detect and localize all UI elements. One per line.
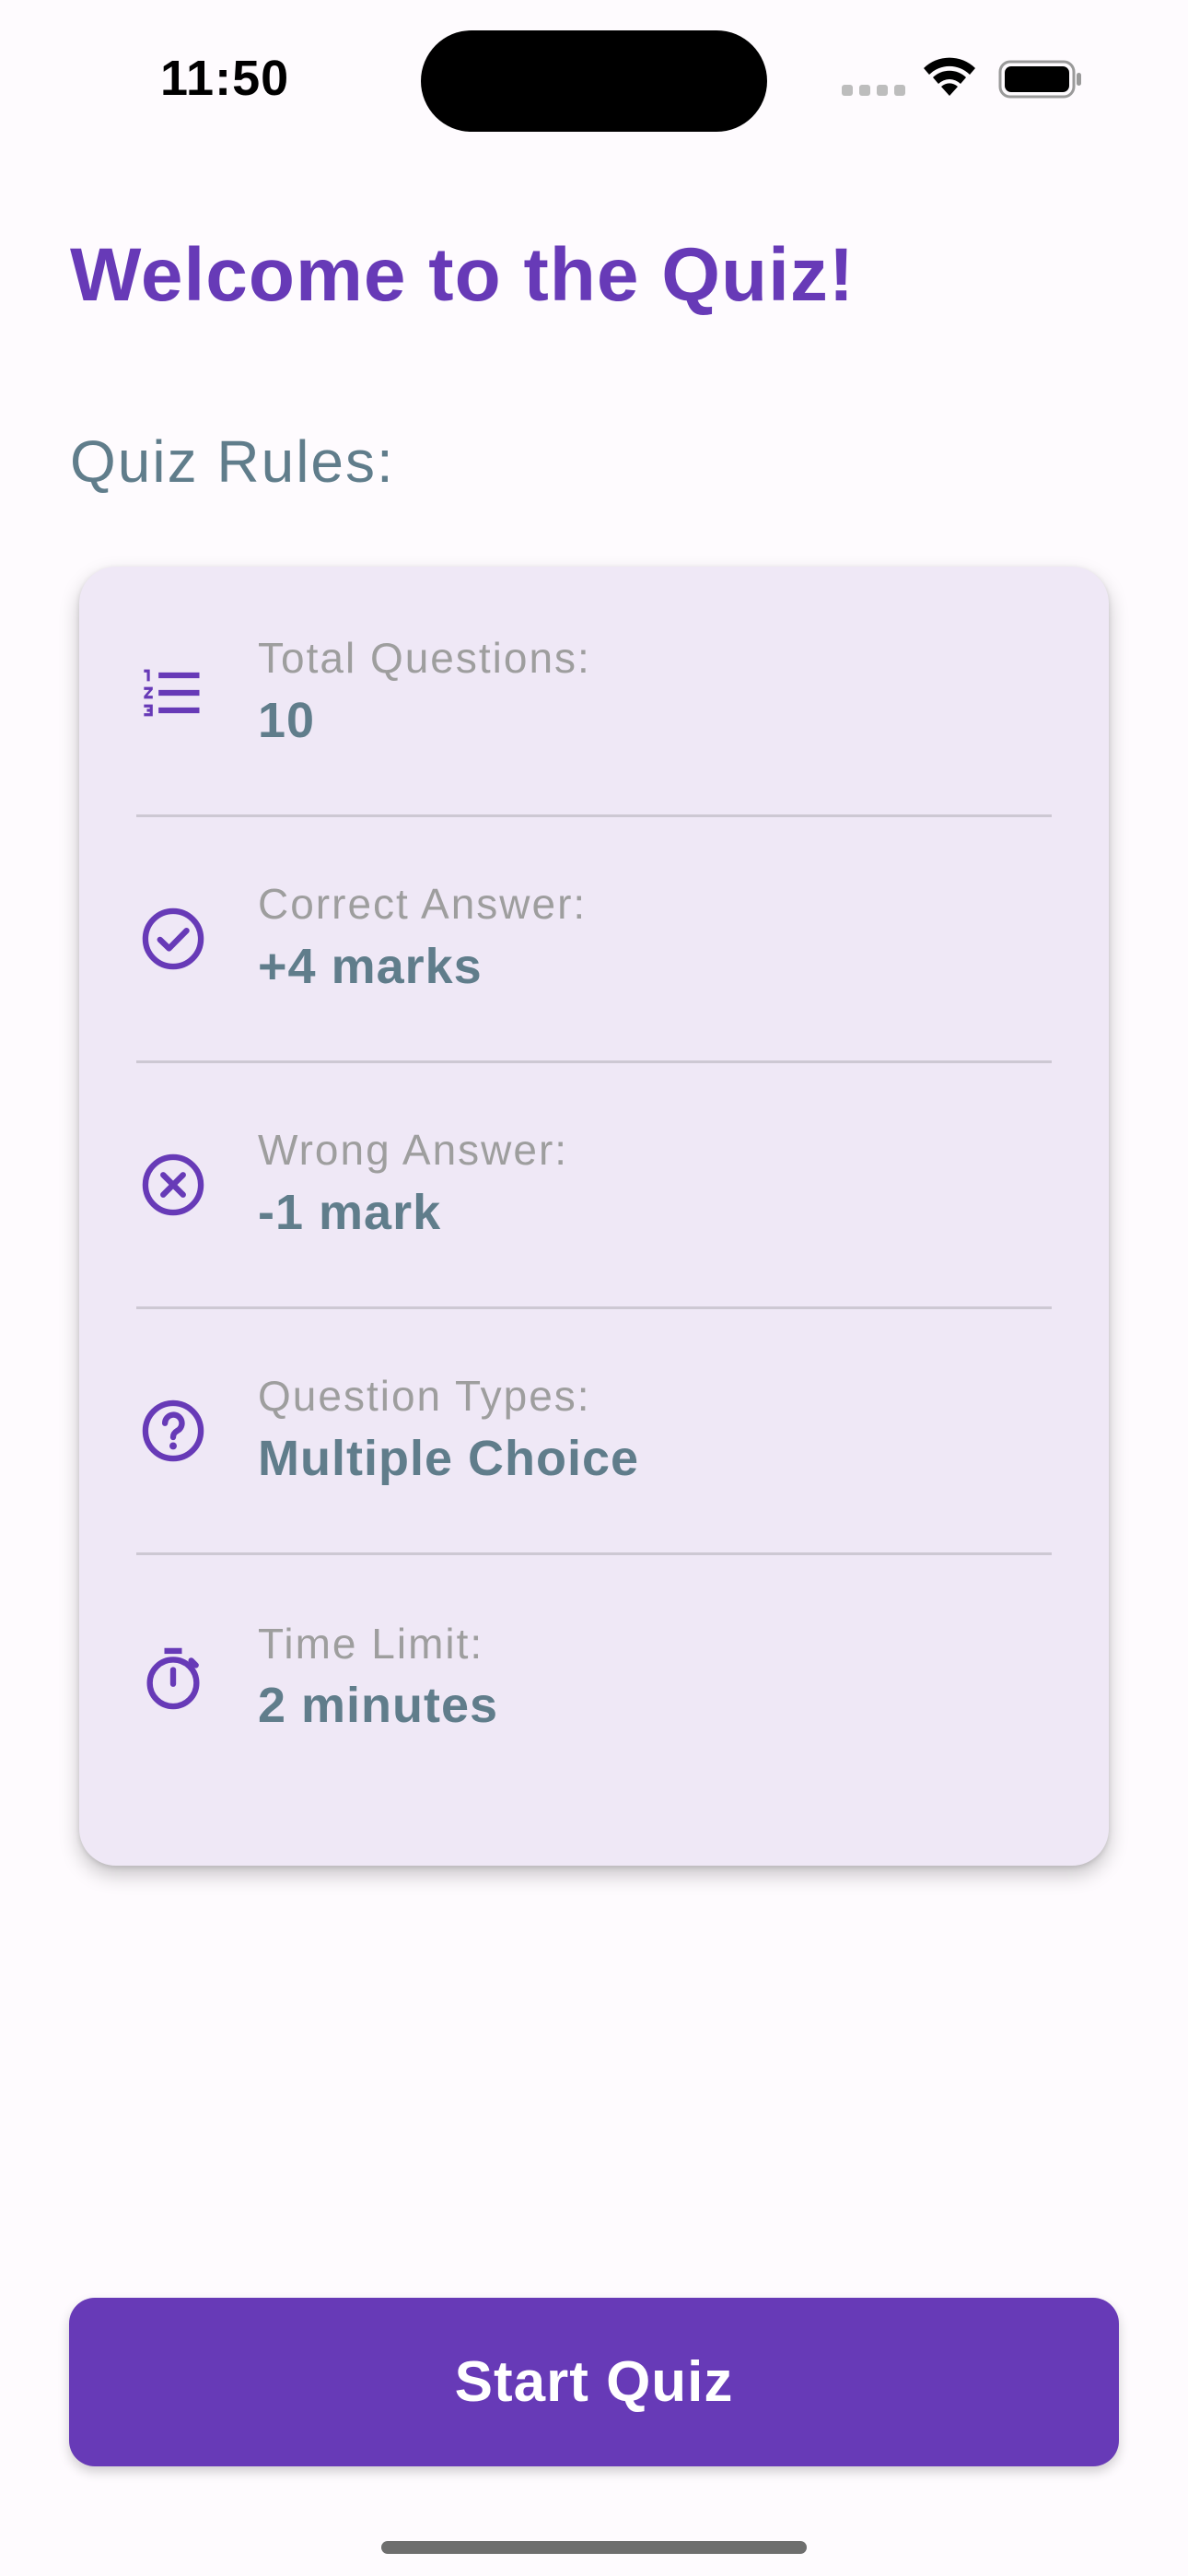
start-quiz-button[interactable]: Start Quiz [69, 2298, 1119, 2466]
status-bar: 11:50 [0, 0, 1188, 157]
status-time: 11:50 [160, 51, 290, 106]
dynamic-island [421, 30, 767, 132]
rule-label: Correct Answer: [258, 880, 588, 929]
wifi-icon [924, 57, 975, 96]
rule-correct-answer: Correct Answer: +4 marks [136, 817, 1052, 1063]
rule-wrong-answer: Wrong Answer: -1 mark [136, 1063, 1052, 1309]
help-circle-icon [136, 1394, 210, 1468]
cancel-circle-icon [136, 1148, 210, 1222]
rule-label: Total Questions: [258, 634, 591, 683]
rule-time-limit: Time Limit: 2 minutes [136, 1555, 1052, 1801]
signal-dots-icon [842, 85, 905, 96]
battery-full-icon [998, 60, 1081, 99]
timer-icon [136, 1642, 210, 1715]
rule-value: Multiple Choice [258, 1430, 640, 1486]
check-circle-icon [136, 902, 210, 976]
rule-value: 10 [258, 692, 316, 748]
rule-label: Wrong Answer: [258, 1126, 569, 1175]
rule-value: -1 mark [258, 1184, 442, 1240]
rule-label: Question Types: [258, 1372, 591, 1421]
rules-card: Total Questions: 10 Correct Answer: +4 m… [79, 567, 1109, 1866]
rules-heading: Quiz Rules: [70, 428, 395, 495]
rule-label: Time Limit: [258, 1619, 484, 1668]
rule-value: 2 minutes [258, 1678, 499, 1733]
numbered-list-icon [136, 656, 210, 730]
rule-question-types: Question Types: Multiple Choice [136, 1309, 1052, 1555]
rule-total-questions: Total Questions: 10 [136, 571, 1052, 817]
page-title: Welcome to the Quiz! [70, 233, 856, 317]
rule-value: +4 marks [258, 938, 483, 994]
home-indicator[interactable] [381, 2541, 807, 2554]
